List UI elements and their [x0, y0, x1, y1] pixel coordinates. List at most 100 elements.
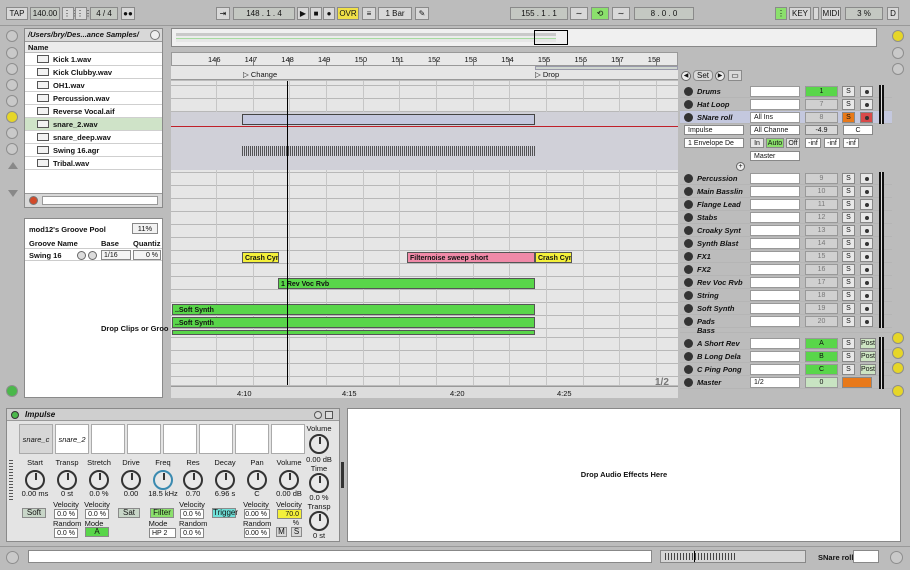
live-devices-icon[interactable]	[6, 143, 18, 155]
velocity-freq-field[interactable]: 0.0 %	[180, 509, 204, 519]
play-button[interactable]: ▶	[297, 7, 309, 20]
track-arm-button[interactable]	[860, 199, 873, 210]
track-solo-button[interactable]: S	[842, 186, 855, 197]
track-activator[interactable]: 12	[805, 212, 838, 223]
post-button[interactable]: Post	[860, 364, 876, 375]
track-fold-icon[interactable]	[684, 87, 693, 96]
browser-file-row-selected[interactable]: snare_2.wav	[25, 118, 162, 131]
track-activator[interactable]: 8	[805, 112, 838, 123]
track-activator[interactable]: 9	[805, 173, 838, 184]
global-time-knob[interactable]	[309, 473, 329, 493]
global-transp-knob[interactable]	[309, 511, 329, 531]
sat-button[interactable]: Sat	[118, 508, 140, 518]
folder-1-icon[interactable]	[6, 79, 18, 91]
param-knob[interactable]	[25, 470, 45, 490]
velocity-stretch-field[interactable]: 0.0 %	[85, 509, 109, 519]
sample-slot-7[interactable]	[235, 424, 269, 454]
groove-amount-field[interactable]: 11%	[132, 223, 158, 234]
monitor-in-button[interactable]: In	[750, 138, 764, 148]
groove-pool-icon[interactable]	[6, 385, 18, 397]
sample-slot-6[interactable]	[199, 424, 233, 454]
track-solo-button[interactable]: S	[842, 112, 855, 123]
track-activator[interactable]: 20	[805, 316, 838, 327]
track-input-field[interactable]	[750, 351, 800, 362]
track-arm-button[interactable]	[860, 277, 873, 288]
track-solo-button[interactable]: S	[842, 99, 855, 110]
loop-start-field[interactable]: 155 . 1 . 1	[510, 7, 568, 20]
track-fold-icon[interactable]	[684, 378, 693, 387]
follow-icon[interactable]: ⇥	[216, 7, 230, 20]
locator-change[interactable]: ▷ Change	[243, 70, 277, 79]
overview-view-frame[interactable]	[534, 30, 568, 45]
track-input-field[interactable]	[750, 212, 800, 223]
clip-filternoise[interactable]: Filternoise sweep short	[407, 252, 535, 263]
track-header[interactable]: Main Basslin 10 S	[680, 185, 892, 198]
track-header[interactable]: FX1 15 S	[680, 250, 892, 263]
nudge-up-icon[interactable]: ⋮⋮	[75, 7, 92, 20]
status-right-icon[interactable]	[890, 551, 903, 564]
cue-select[interactable]: 1/2	[750, 377, 800, 388]
return-track-header[interactable]: A Short Rev A S Post	[680, 337, 892, 350]
track-activator[interactable]: 15	[805, 251, 838, 262]
folder-3-icon[interactable]	[6, 111, 18, 123]
browser-file-row[interactable]: Reverse Vocal.aif	[25, 105, 162, 118]
track-solo-button[interactable]: S	[842, 238, 855, 249]
track-fold-icon[interactable]	[684, 317, 693, 326]
return-track-header[interactable]: C Ping Pong C S Post	[680, 363, 892, 376]
snare-instrument-select[interactable]: Impulse	[684, 125, 744, 135]
track-activator[interactable]: 11	[805, 199, 838, 210]
locator-prev-icon[interactable]: ◀	[681, 71, 691, 81]
random-pan-field[interactable]: 0.00 %	[244, 528, 270, 538]
track-solo-button[interactable]: S	[842, 303, 855, 314]
zoom-out-icon[interactable]	[892, 362, 904, 374]
clip-soft-synth-3[interactable]	[172, 330, 535, 335]
device-save-icon[interactable]	[325, 411, 333, 419]
snare-envelope-select[interactable]: 1 Envelope De	[684, 138, 744, 148]
arrangement-overview[interactable]	[171, 28, 877, 47]
track-fold-icon[interactable]	[684, 100, 693, 109]
track-activator[interactable]: 19	[805, 303, 838, 314]
trigger-button[interactable]: Trigger	[212, 508, 238, 518]
track-input-field[interactable]	[750, 316, 800, 327]
track-solo-button[interactable]: S	[842, 338, 855, 349]
keyboard-icon[interactable]: ⋮	[775, 7, 787, 20]
filter-button[interactable]: Filter	[150, 508, 174, 518]
param-knob[interactable]	[57, 470, 77, 490]
browser-settings-icon[interactable]	[150, 30, 160, 40]
track-header[interactable]: Flange Lead 11 S	[680, 198, 892, 211]
groove-quantize-field[interactable]: 0 %	[133, 250, 161, 260]
track-fold-icon[interactable]	[684, 213, 693, 222]
track-activator[interactable]: 10	[805, 186, 838, 197]
track-arm-button[interactable]	[860, 86, 873, 97]
track-header[interactable]: Stabs 12 S	[680, 211, 892, 224]
play-preview-icon[interactable]	[6, 47, 18, 59]
sample-slot-5[interactable]	[163, 424, 197, 454]
track-fold-icon[interactable]	[684, 187, 693, 196]
track-header[interactable]: Synth Blast 14 S	[680, 237, 892, 250]
quantize-select[interactable]: 1 Bar	[378, 7, 412, 20]
track-fold-icon[interactable]	[684, 278, 693, 287]
track-solo-button[interactable]: S	[842, 212, 855, 223]
track-fold-icon[interactable]	[684, 226, 693, 235]
track-solo-button[interactable]: S	[842, 199, 855, 210]
sample-slot-1[interactable]: snare_c	[19, 424, 53, 454]
track-fold-icon[interactable]	[684, 265, 693, 274]
device-power-icon[interactable]	[11, 411, 19, 419]
master-volume[interactable]: 0	[805, 377, 838, 388]
snare-clip[interactable]	[242, 114, 535, 125]
track-arm-button[interactable]	[860, 112, 873, 123]
track-solo-button[interactable]: S	[842, 251, 855, 262]
filter-mode-select[interactable]: HP 2	[149, 528, 176, 538]
draw-mode-icon[interactable]: ✎	[415, 7, 429, 20]
clip-soft-synth-1[interactable]: ..Soft Synth	[172, 304, 535, 315]
sample-slot-4[interactable]	[127, 424, 161, 454]
locator-next-icon[interactable]: ▶	[715, 71, 725, 81]
velocity-pan-field[interactable]: 0.00 %	[244, 509, 270, 519]
track-header[interactable]: Pads 20 S	[680, 315, 892, 328]
track-activator[interactable]: 16	[805, 264, 838, 275]
track-input-field[interactable]	[750, 225, 800, 236]
track-header[interactable]: FX2 16 S	[680, 263, 892, 276]
track-header[interactable]: SNare roll 8 S All Ins	[680, 111, 892, 124]
velocity-volume-field[interactable]: 70.0 %	[277, 509, 302, 527]
clip-crash-cym-1[interactable]: Crash Cym	[242, 252, 279, 263]
